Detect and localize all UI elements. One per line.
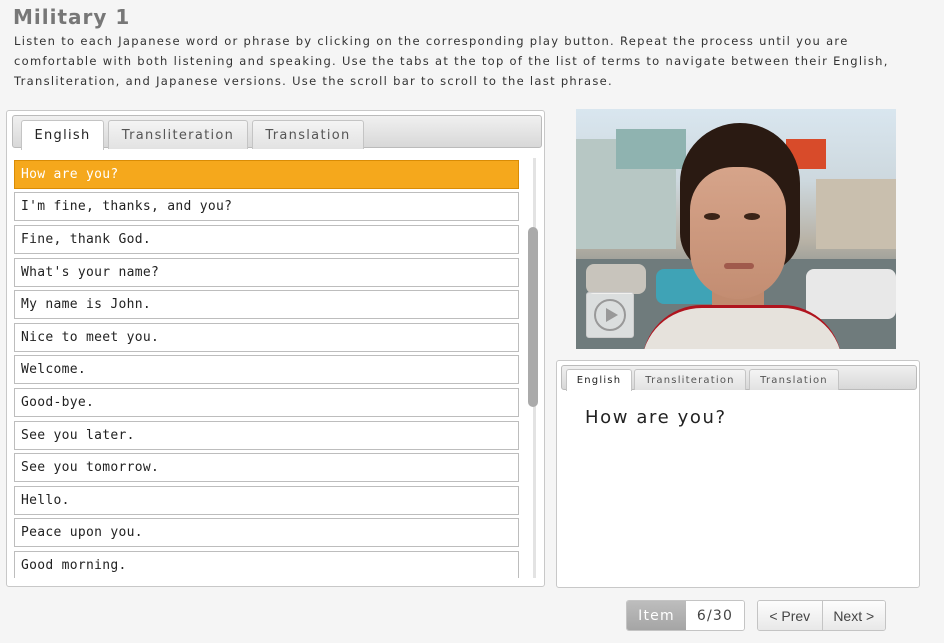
background-car xyxy=(586,264,646,294)
phrase-list: How are you? I'm fine, thanks, and you? … xyxy=(14,160,520,578)
next-button[interactable]: Next > xyxy=(821,601,885,630)
list-item[interactable]: See you later. xyxy=(14,421,519,450)
phrase-list-tabbar: English Transliteration Translation xyxy=(12,115,542,150)
display-tabbar: English Transliteration Translation xyxy=(561,365,917,391)
scrollbar-thumb[interactable] xyxy=(528,227,538,407)
background-car xyxy=(806,269,896,319)
instructions-text: Listen to each Japanese word or phrase b… xyxy=(14,34,889,88)
avatar-mouth xyxy=(724,263,754,269)
video-player[interactable] xyxy=(576,109,896,349)
list-item[interactable]: Good-bye. xyxy=(14,388,519,417)
phrase-display-panel: English Transliteration Translation How … xyxy=(556,360,920,588)
list-item[interactable]: Hello. xyxy=(14,486,519,515)
list-item[interactable]: My name is John. xyxy=(14,290,519,319)
current-phrase-text: How are you? xyxy=(585,407,727,428)
list-item[interactable]: How are you? xyxy=(14,160,519,189)
list-item[interactable]: Nice to meet you. xyxy=(14,323,519,352)
list-item[interactable]: Welcome. xyxy=(14,355,519,384)
phrase-list-panel: English Transliteration Translation How … xyxy=(6,110,545,587)
play-button[interactable] xyxy=(586,292,634,338)
pager-nav: < Prev Next > xyxy=(757,600,886,631)
list-item[interactable]: Peace upon you. xyxy=(14,518,519,547)
list-item[interactable]: What's your name? xyxy=(14,258,519,287)
tab-english[interactable]: English xyxy=(21,120,104,150)
play-circle-icon xyxy=(594,299,626,331)
tab-translation[interactable]: Translation xyxy=(749,369,839,390)
list-item[interactable]: I'm fine, thanks, and you? xyxy=(14,192,519,221)
tab-transliteration[interactable]: Transliteration xyxy=(634,369,746,390)
page-title: Military 1 xyxy=(13,5,131,29)
list-item[interactable]: See you tomorrow. xyxy=(14,453,519,482)
item-count: 6/30 xyxy=(686,601,744,630)
avatar-face xyxy=(690,167,786,299)
tab-transliteration[interactable]: Transliteration xyxy=(108,120,248,149)
item-label: Item xyxy=(627,601,686,630)
background-building xyxy=(616,129,686,169)
tab-english[interactable]: English xyxy=(566,369,632,391)
list-item[interactable]: Good morning. xyxy=(14,551,519,578)
list-item[interactable]: Fine, thank God. xyxy=(14,225,519,254)
tab-translation[interactable]: Translation xyxy=(252,120,364,149)
item-counter: Item 6/30 xyxy=(626,600,745,631)
prev-button[interactable]: < Prev xyxy=(758,601,822,630)
avatar-eye xyxy=(704,213,720,220)
background-building xyxy=(816,179,896,249)
avatar-eye xyxy=(744,213,760,220)
